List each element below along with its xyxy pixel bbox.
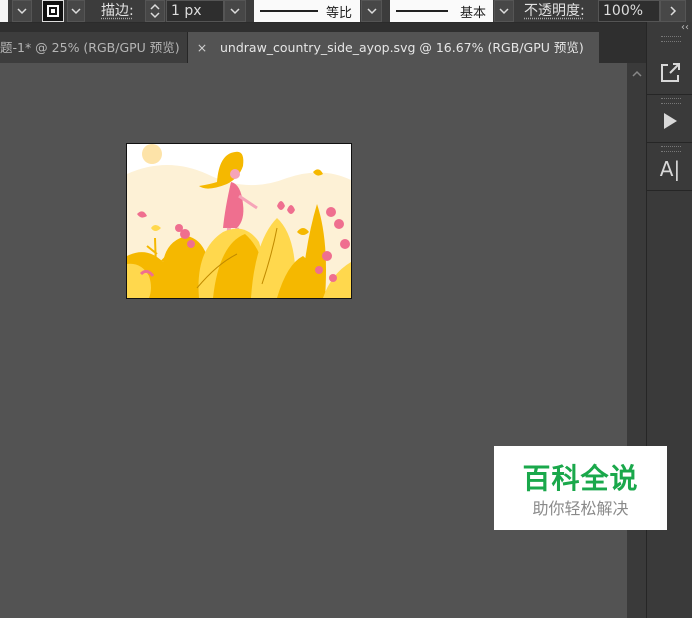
stroke-weight-input[interactable]: 1 px <box>166 0 224 22</box>
artboard[interactable] <box>126 143 352 299</box>
vertical-scrollbar[interactable] <box>627 63 646 618</box>
profile-line-icon <box>260 10 318 12</box>
collapse-panels-icon[interactable]: ‹‹ <box>647 22 692 36</box>
flower-pink <box>322 251 332 261</box>
document-tab-bar: 题-1* @ 25% (RGB/GPU 预览) × undraw_country… <box>0 32 646 63</box>
opacity-expand-chevron-icon[interactable] <box>660 0 686 22</box>
close-icon[interactable]: × <box>194 32 210 63</box>
flower-pink <box>187 240 195 248</box>
actions-play-icon[interactable] <box>653 104 687 138</box>
panel-grip[interactable] <box>661 36 681 42</box>
flower-pink <box>329 274 337 282</box>
tab-label: undraw_country_side_ayop.svg @ 16.67% (R… <box>219 40 584 55</box>
flower-pink <box>326 207 336 217</box>
brush-line-icon <box>396 10 448 12</box>
flower-pink <box>315 266 323 274</box>
opacity-label[interactable]: 不透明度: <box>524 0 600 22</box>
brush-label: 基本 <box>460 5 487 21</box>
control-bar: 描边: 1 px 等比 基本 不透明度: 100% <box>0 0 692 23</box>
brush-chevron-icon[interactable] <box>494 0 514 22</box>
export-icon[interactable] <box>653 56 687 90</box>
stroke-swatch[interactable] <box>42 0 64 22</box>
watermark-overlay: 百科全说 助你轻松解决 <box>494 446 667 530</box>
sun-shape <box>142 144 162 164</box>
brush-definition[interactable]: 基本 <box>390 0 493 22</box>
character-panel-icon[interactable]: A| <box>653 152 687 186</box>
flower-pink <box>340 239 350 249</box>
stroke-swatch-icon <box>47 5 59 17</box>
head-shape <box>230 169 240 179</box>
tab-undraw-country-side[interactable]: × undraw_country_side_ayop.svg @ 16.67% … <box>188 32 599 63</box>
tab-bar-top-strip <box>0 23 646 32</box>
opacity-input[interactable]: 100% <box>598 0 660 22</box>
profile-label: 等比 <box>326 5 353 21</box>
watermark-slogan: 助你轻松解决 <box>532 499 629 518</box>
fill-dropdown-chevron-icon[interactable] <box>12 0 32 22</box>
flower-pink <box>334 219 344 229</box>
stroke-weight-chevron-icon[interactable] <box>224 0 246 22</box>
stroke-label[interactable]: 描边: <box>101 0 141 22</box>
profile-chevron-icon[interactable] <box>361 0 382 22</box>
tab-untitled-1[interactable]: 题-1* @ 25% (RGB/GPU 预览) <box>0 32 188 63</box>
fill-swatch[interactable] <box>0 0 8 22</box>
tab-label: 题-1* @ 25% (RGB/GPU 预览) <box>0 40 180 55</box>
stroke-dropdown-chevron-icon[interactable] <box>67 0 85 22</box>
watermark-brand: 百科全说 <box>522 462 639 495</box>
country-side-illustration[interactable] <box>127 144 351 298</box>
flower-pink <box>175 224 183 232</box>
variable-width-profile[interactable]: 等比 <box>254 0 360 22</box>
scroll-up-chevron-icon[interactable] <box>627 67 646 80</box>
stroke-weight-stepper[interactable] <box>145 0 165 22</box>
